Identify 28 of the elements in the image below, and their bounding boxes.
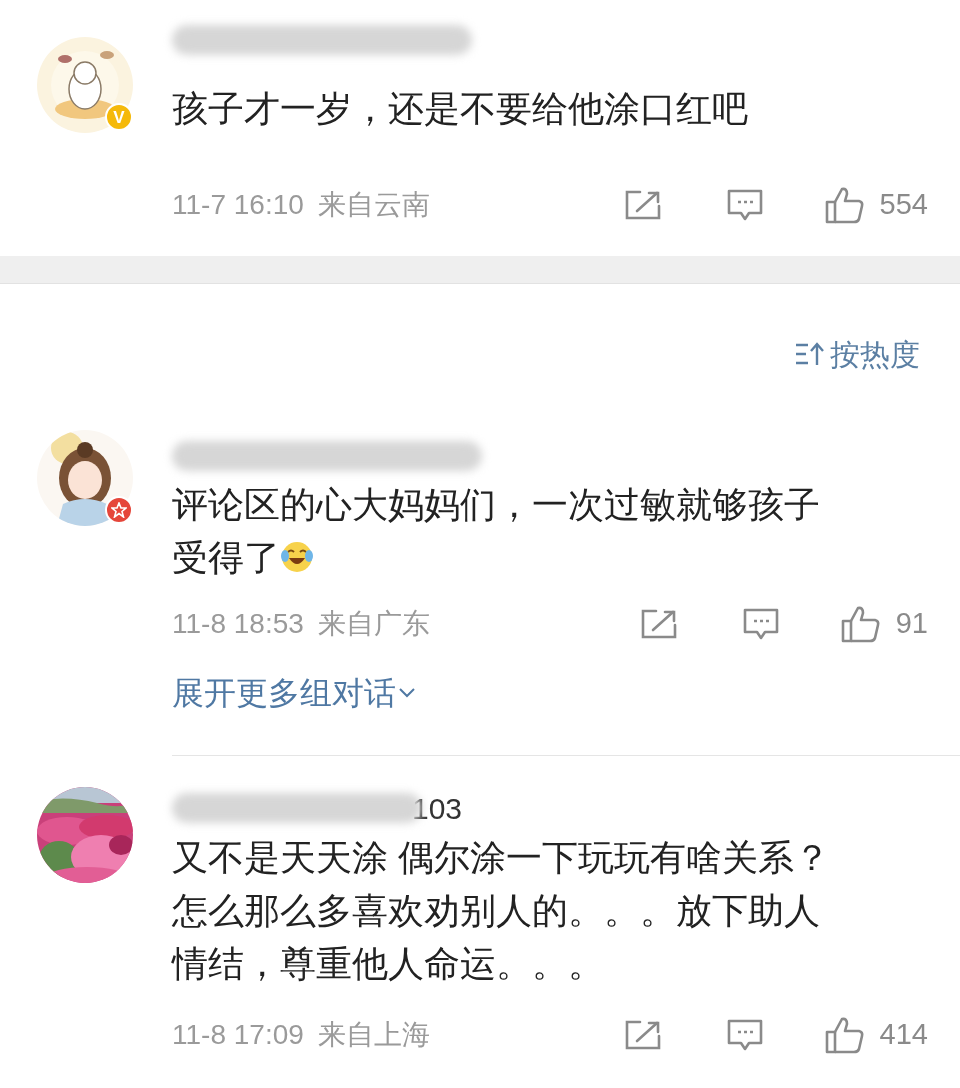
- username-fragment: 103: [412, 790, 463, 827]
- star-badge: [105, 496, 133, 524]
- comment-text: 孩子才一岁，还是不要给他涂口红吧: [172, 87, 749, 131]
- comment-location: 来自广东: [317, 607, 430, 641]
- thumbs-up-icon[interactable]: [839, 604, 882, 644]
- like-count: 91: [895, 606, 928, 642]
- share-icon[interactable]: [623, 189, 662, 221]
- comment-icon[interactable]: [741, 607, 780, 641]
- comment-location: 来自上海: [317, 1018, 430, 1052]
- sort-icon: [794, 341, 826, 367]
- expand-link[interactable]: 展开更多组对话: [172, 668, 416, 718]
- comment-time: 11-8 18:53: [172, 607, 304, 641]
- thumbs-up-icon[interactable]: [823, 185, 866, 225]
- comment-text: 评论区的心大妈妈们，一次过敏就够孩子 受得了: [172, 483, 821, 580]
- verified-badge: V: [105, 103, 133, 131]
- comment-icon[interactable]: [725, 188, 764, 222]
- sort-button[interactable]: 按热度: [794, 334, 920, 374]
- like-count: 414: [879, 1017, 928, 1053]
- like-count: 554: [879, 187, 928, 223]
- comment-location: 来自云南: [317, 188, 430, 222]
- chevron-down-icon: [398, 687, 416, 699]
- comment-time: 11-8 17:09: [172, 1018, 304, 1052]
- share-icon[interactable]: [639, 608, 678, 640]
- thumbs-up-icon[interactable]: [823, 1015, 866, 1055]
- comment-icon[interactable]: [725, 1018, 764, 1052]
- share-icon[interactable]: [623, 1019, 662, 1051]
- comment-text: 又不是天天涂 偶尔涂一下玩玩有啥关系？ 怎么那么多喜欢劝别人的。。。放下助人 情结，尊重他人命运。。。: [172, 836, 831, 986]
- comment-time: 11-7 16:10: [172, 188, 304, 222]
